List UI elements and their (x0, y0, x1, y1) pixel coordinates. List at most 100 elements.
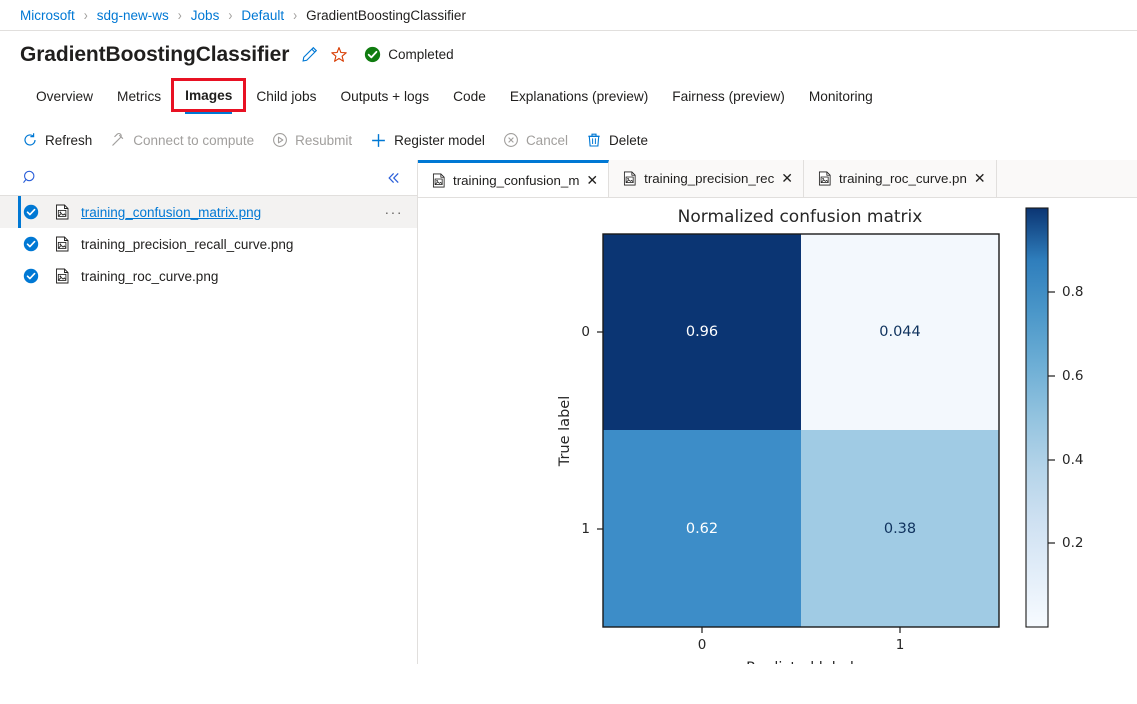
breadcrumb-separator: › (84, 6, 88, 24)
refresh-icon (22, 132, 38, 148)
tab-label: Monitoring (809, 89, 873, 104)
file-tab-confusion-matrix[interactable]: training_confusion_m ✕ (418, 160, 609, 197)
image-file-icon (818, 171, 832, 186)
tab-outputs-logs[interactable]: Outputs + logs (328, 78, 441, 114)
x-tick-label: 1 (896, 637, 905, 653)
tab-overview[interactable]: Overview (24, 78, 105, 114)
breadcrumb-separator: › (178, 6, 182, 24)
breadcrumb-item-default[interactable]: Default (241, 8, 284, 23)
cancel-label: Cancel (526, 133, 568, 148)
file-list-panel: training_confusion_matrix.png ··· (0, 160, 418, 664)
list-item[interactable]: training_precision_recall_curve.png (0, 228, 417, 260)
tab-label: Explanations (preview) (510, 89, 648, 104)
image-file-icon (55, 204, 70, 220)
heatmap-value-0-1: 0.044 (879, 324, 921, 340)
tab-images[interactable]: Images (173, 80, 244, 110)
tab-label: Code (453, 89, 486, 104)
tab-bar: Overview Metrics Images Child jobs Outpu… (0, 78, 1137, 114)
command-bar: Refresh Connect to compute Resubmit Regi… (0, 120, 1137, 160)
check-circle-icon[interactable] (23, 236, 39, 252)
refresh-label: Refresh (45, 133, 92, 148)
cancel-button[interactable]: Cancel (503, 132, 568, 148)
file-tab-label: training_precision_rec (644, 171, 774, 186)
register-model-button[interactable]: Register model (370, 132, 485, 149)
colorbar-tick-label: 0.8 (1062, 284, 1083, 300)
x-tick-label: 0 (698, 637, 707, 653)
list-item[interactable]: training_confusion_matrix.png ··· (0, 196, 417, 228)
breadcrumb-item-current: GradientBoostingClassifier (306, 8, 466, 23)
colorbar-tick-label: 0.2 (1062, 535, 1083, 551)
file-tab-label: training_confusion_m (453, 173, 579, 188)
close-icon[interactable]: ✕ (586, 172, 598, 189)
y-axis-label: True label (557, 396, 573, 467)
more-options-icon[interactable]: ··· (385, 204, 404, 220)
file-name[interactable]: training_precision_recall_curve.png (81, 237, 293, 252)
file-name[interactable]: training_confusion_matrix.png (81, 205, 261, 220)
file-name[interactable]: training_roc_curve.png (81, 269, 218, 284)
plus-icon (370, 132, 387, 149)
refresh-button[interactable]: Refresh (22, 132, 92, 148)
page-title: GradientBoostingClassifier (20, 43, 289, 67)
chart-title: Normalized confusion matrix (678, 207, 923, 227)
search-input[interactable] (47, 169, 385, 186)
connect-to-compute-label: Connect to compute (133, 133, 254, 148)
cancel-icon (503, 132, 519, 148)
tab-metrics[interactable]: Metrics (105, 78, 173, 114)
breadcrumb: Microsoft › sdg-new-ws › Jobs › Default … (0, 0, 1137, 31)
tab-label: Child jobs (256, 89, 316, 104)
tab-label: Fairness (preview) (672, 89, 785, 104)
delete-label: Delete (609, 133, 648, 148)
x-axis-label: Predicted label (746, 660, 854, 664)
close-icon[interactable]: ✕ (781, 170, 793, 187)
play-icon (272, 132, 288, 148)
plug-icon (110, 132, 126, 148)
tab-child-jobs[interactable]: Child jobs (244, 78, 328, 114)
tab-code[interactable]: Code (441, 78, 498, 114)
check-circle-icon (364, 46, 381, 63)
star-icon[interactable] (330, 46, 348, 64)
image-preview-panel: training_confusion_m ✕ training_precisio… (418, 160, 1137, 664)
confusion-matrix-svg: Normalized confusion matrix 0.96 0.044 0… (418, 198, 1137, 664)
search-icon[interactable] (22, 169, 39, 186)
image-file-icon (55, 268, 70, 284)
tab-fairness[interactable]: Fairness (preview) (660, 78, 797, 114)
tab-label: Overview (36, 89, 93, 104)
breadcrumb-separator: › (228, 6, 232, 24)
register-model-label: Register model (394, 133, 485, 148)
heatmap-value-1-1: 0.38 (884, 521, 916, 537)
file-tab-precision-recall[interactable]: training_precision_rec ✕ (609, 160, 804, 197)
image-file-icon (432, 173, 446, 188)
heatmap-value-1-0: 0.62 (686, 521, 718, 537)
image-file-icon (55, 236, 70, 252)
file-tab-label: training_roc_curve.pn (839, 171, 967, 186)
y-tick-label: 1 (581, 521, 590, 537)
delete-button[interactable]: Delete (586, 132, 648, 148)
close-icon[interactable]: ✕ (974, 170, 986, 187)
colorbar-tick-label: 0.6 (1062, 368, 1083, 384)
image-file-icon (623, 171, 637, 186)
tab-explanations[interactable]: Explanations (preview) (498, 78, 660, 114)
connect-to-compute-button[interactable]: Connect to compute (110, 132, 254, 148)
tab-label: Metrics (117, 89, 161, 104)
breadcrumb-item-microsoft[interactable]: Microsoft (20, 8, 75, 23)
status-badge: Completed (364, 46, 453, 63)
content-area: training_confusion_matrix.png ··· (0, 160, 1137, 664)
page-header: GradientBoostingClassifier Completed (0, 31, 1137, 78)
heatmap-value-0-0: 0.96 (686, 324, 718, 340)
file-tab-roc-curve[interactable]: training_roc_curve.pn ✕ (804, 160, 997, 197)
list-item[interactable]: training_roc_curve.png (0, 260, 417, 292)
colorbar (1026, 208, 1048, 627)
colorbar-tick-label: 0.4 (1062, 452, 1083, 468)
double-chevron-left-icon[interactable] (385, 169, 403, 187)
breadcrumb-item-workspace[interactable]: sdg-new-ws (97, 8, 169, 23)
tab-label: Images (185, 88, 232, 103)
pencil-icon[interactable] (301, 46, 318, 63)
file-list: training_confusion_matrix.png ··· (0, 196, 417, 664)
y-tick-label: 0 (581, 324, 590, 340)
breadcrumb-item-jobs[interactable]: Jobs (191, 8, 220, 23)
check-circle-icon[interactable] (23, 204, 39, 220)
tab-monitoring[interactable]: Monitoring (797, 78, 885, 114)
resubmit-button[interactable]: Resubmit (272, 132, 352, 148)
check-circle-icon[interactable] (23, 268, 39, 284)
trash-icon (586, 132, 602, 148)
